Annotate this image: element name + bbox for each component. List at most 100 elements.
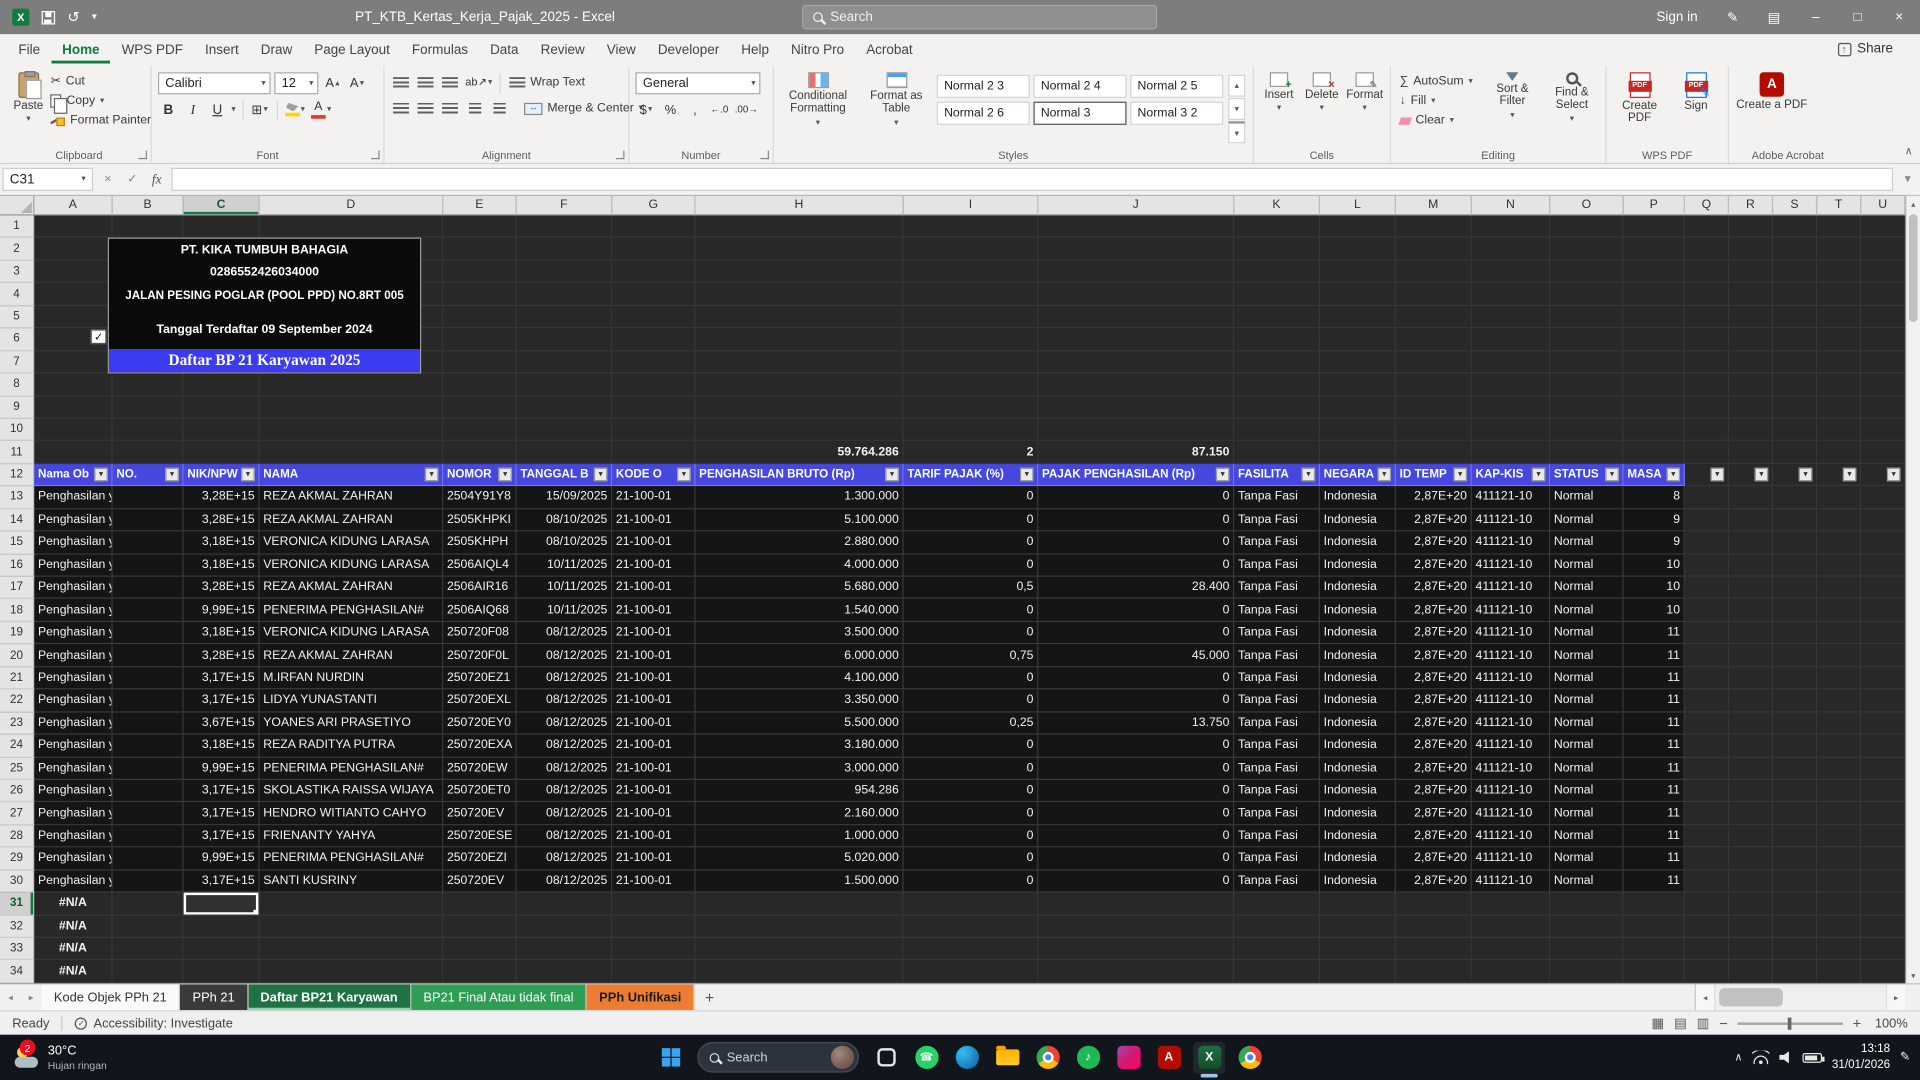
- cell-F18[interactable]: 10/11/2025: [517, 599, 613, 622]
- cell-J34[interactable]: [1038, 961, 1234, 984]
- cell-S30[interactable]: [1773, 870, 1817, 893]
- row-header-14[interactable]: 14: [0, 509, 34, 532]
- zoom-in-icon[interactable]: +: [1853, 1014, 1862, 1031]
- cell-I23[interactable]: 0,25: [904, 712, 1039, 735]
- cell-D32[interactable]: [260, 915, 444, 938]
- cell-N4[interactable]: [1472, 283, 1550, 306]
- cell-E5[interactable]: [443, 306, 516, 329]
- enter-icon[interactable]: ✓: [122, 173, 142, 186]
- cell-N8[interactable]: [1472, 374, 1550, 397]
- cell-L20[interactable]: Indonesia: [1320, 644, 1396, 667]
- cell-G1[interactable]: [612, 216, 695, 239]
- menu-tab-wps-pdf[interactable]: WPS PDF: [111, 34, 194, 63]
- cell-F8[interactable]: [517, 374, 613, 397]
- row-header-7[interactable]: 7: [0, 351, 34, 374]
- cell-H19[interactable]: 3.500.000: [696, 622, 904, 645]
- merge-center-button[interactable]: ↔Merge & Center▾: [522, 99, 646, 117]
- cell-U30[interactable]: [1861, 870, 1905, 893]
- cell-Q31[interactable]: [1685, 893, 1729, 916]
- column-header-D[interactable]: D: [260, 196, 444, 216]
- taskbar-app-adobe-acrobat-icon[interactable]: A: [1153, 1041, 1185, 1073]
- insert-cells-button[interactable]: Insert ▾: [1260, 69, 1298, 146]
- cell-M28[interactable]: 2,87E+20: [1396, 825, 1472, 848]
- cell-M26[interactable]: 2,87E+20: [1396, 780, 1472, 803]
- cell-N6[interactable]: [1472, 328, 1550, 351]
- clipboard-dialog-launcher[interactable]: [138, 151, 147, 160]
- increase-decimal-button[interactable]: ←.0: [709, 99, 730, 120]
- cell-H9[interactable]: [696, 396, 904, 419]
- cell-F1[interactable]: [517, 216, 613, 239]
- cell-L27[interactable]: Indonesia: [1320, 803, 1396, 826]
- cell-P16[interactable]: 10: [1624, 554, 1685, 577]
- cell-U10[interactable]: [1861, 419, 1905, 442]
- align-bottom-button[interactable]: [440, 72, 461, 93]
- cell-Q14[interactable]: [1685, 509, 1729, 532]
- decrease-decimal-button[interactable]: .00→: [733, 99, 759, 120]
- cell-R9[interactable]: [1729, 396, 1773, 419]
- row-header-16[interactable]: 16: [0, 554, 34, 577]
- cell-K6[interactable]: [1234, 328, 1320, 351]
- cell-N2[interactable]: [1472, 238, 1550, 261]
- cell-H27[interactable]: 2.160.000: [696, 803, 904, 826]
- cell-I26[interactable]: 0: [904, 780, 1039, 803]
- cell-E20[interactable]: 250720F0L: [443, 644, 516, 667]
- row-header-9[interactable]: 9: [0, 396, 34, 419]
- cell-C9[interactable]: [184, 396, 260, 419]
- cell-F15[interactable]: 08/10/2025: [517, 532, 613, 555]
- cell-K10[interactable]: [1234, 419, 1320, 442]
- cell-Q6[interactable]: [1685, 328, 1729, 351]
- taskbar-app-phone-link-icon[interactable]: [1112, 1041, 1144, 1073]
- cell-M13[interactable]: 2,87E+20: [1396, 486, 1472, 509]
- cell-I1[interactable]: [904, 216, 1039, 239]
- scroll-right-icon[interactable]: ▸: [1887, 984, 1905, 1010]
- cell-P3[interactable]: [1624, 261, 1685, 284]
- cell-A9[interactable]: [34, 396, 112, 419]
- cell-G20[interactable]: 21-100-01: [612, 644, 695, 667]
- cell-T25[interactable]: [1817, 757, 1861, 780]
- cell-A33[interactable]: #N/A: [34, 938, 112, 961]
- normal-view-icon[interactable]: ▦: [1652, 1015, 1665, 1031]
- cell-A19[interactable]: Penghasilan yang diter: [34, 622, 112, 645]
- cell-C26[interactable]: 3,17E+15: [184, 780, 260, 803]
- cell-R21[interactable]: [1729, 667, 1773, 690]
- cell-L28[interactable]: Indonesia: [1320, 825, 1396, 848]
- cell-H31[interactable]: [696, 893, 904, 916]
- cell-A7[interactable]: [34, 351, 112, 374]
- cell-A18[interactable]: Penghasilan yang diter: [34, 599, 112, 622]
- cell-B32[interactable]: [113, 915, 184, 938]
- cell-style-normal-2-5[interactable]: Normal 2 5: [1130, 75, 1223, 98]
- cell-U29[interactable]: [1861, 848, 1905, 871]
- cell-S1[interactable]: [1773, 216, 1817, 239]
- cell-T26[interactable]: [1817, 780, 1861, 803]
- cell-L3[interactable]: [1320, 261, 1396, 284]
- cell-F10[interactable]: [517, 419, 613, 442]
- formula-bar-expand-icon[interactable]: ▾: [1898, 173, 1918, 185]
- cell-E26[interactable]: 250720ET0: [443, 780, 516, 803]
- customize-qat-chevron-icon[interactable]: ▾: [92, 12, 97, 22]
- cell-J29[interactable]: 0: [1038, 848, 1234, 871]
- cell-U26[interactable]: [1861, 780, 1905, 803]
- number-format-combo[interactable]: General▾: [636, 72, 761, 94]
- row-header-33[interactable]: 33: [0, 938, 34, 961]
- cell-K3[interactable]: [1234, 261, 1320, 284]
- cell-E14[interactable]: 2505KHPKI: [443, 509, 516, 532]
- cell-R26[interactable]: [1729, 780, 1773, 803]
- cell-R25[interactable]: [1729, 757, 1773, 780]
- sign-in-button[interactable]: Sign in: [1642, 0, 1713, 34]
- cell-M2[interactable]: [1396, 238, 1472, 261]
- cell-T10[interactable]: [1817, 419, 1861, 442]
- cell-G18[interactable]: 21-100-01: [612, 599, 695, 622]
- cell-R28[interactable]: [1729, 825, 1773, 848]
- cell-P17[interactable]: 10: [1624, 577, 1685, 600]
- cell-T28[interactable]: [1817, 825, 1861, 848]
- cell-H29[interactable]: 5.020.000: [696, 848, 904, 871]
- cell-T4[interactable]: [1817, 283, 1861, 306]
- cell-I21[interactable]: 0: [904, 667, 1039, 690]
- row-header-23[interactable]: 23: [0, 712, 34, 735]
- cell-T18[interactable]: [1817, 599, 1861, 622]
- taskbar-search-box[interactable]: Search: [697, 1042, 859, 1073]
- underline-button[interactable]: U: [207, 99, 228, 120]
- cell-B29[interactable]: [113, 848, 184, 871]
- cell-I4[interactable]: [904, 283, 1039, 306]
- cell-T13[interactable]: [1817, 486, 1861, 509]
